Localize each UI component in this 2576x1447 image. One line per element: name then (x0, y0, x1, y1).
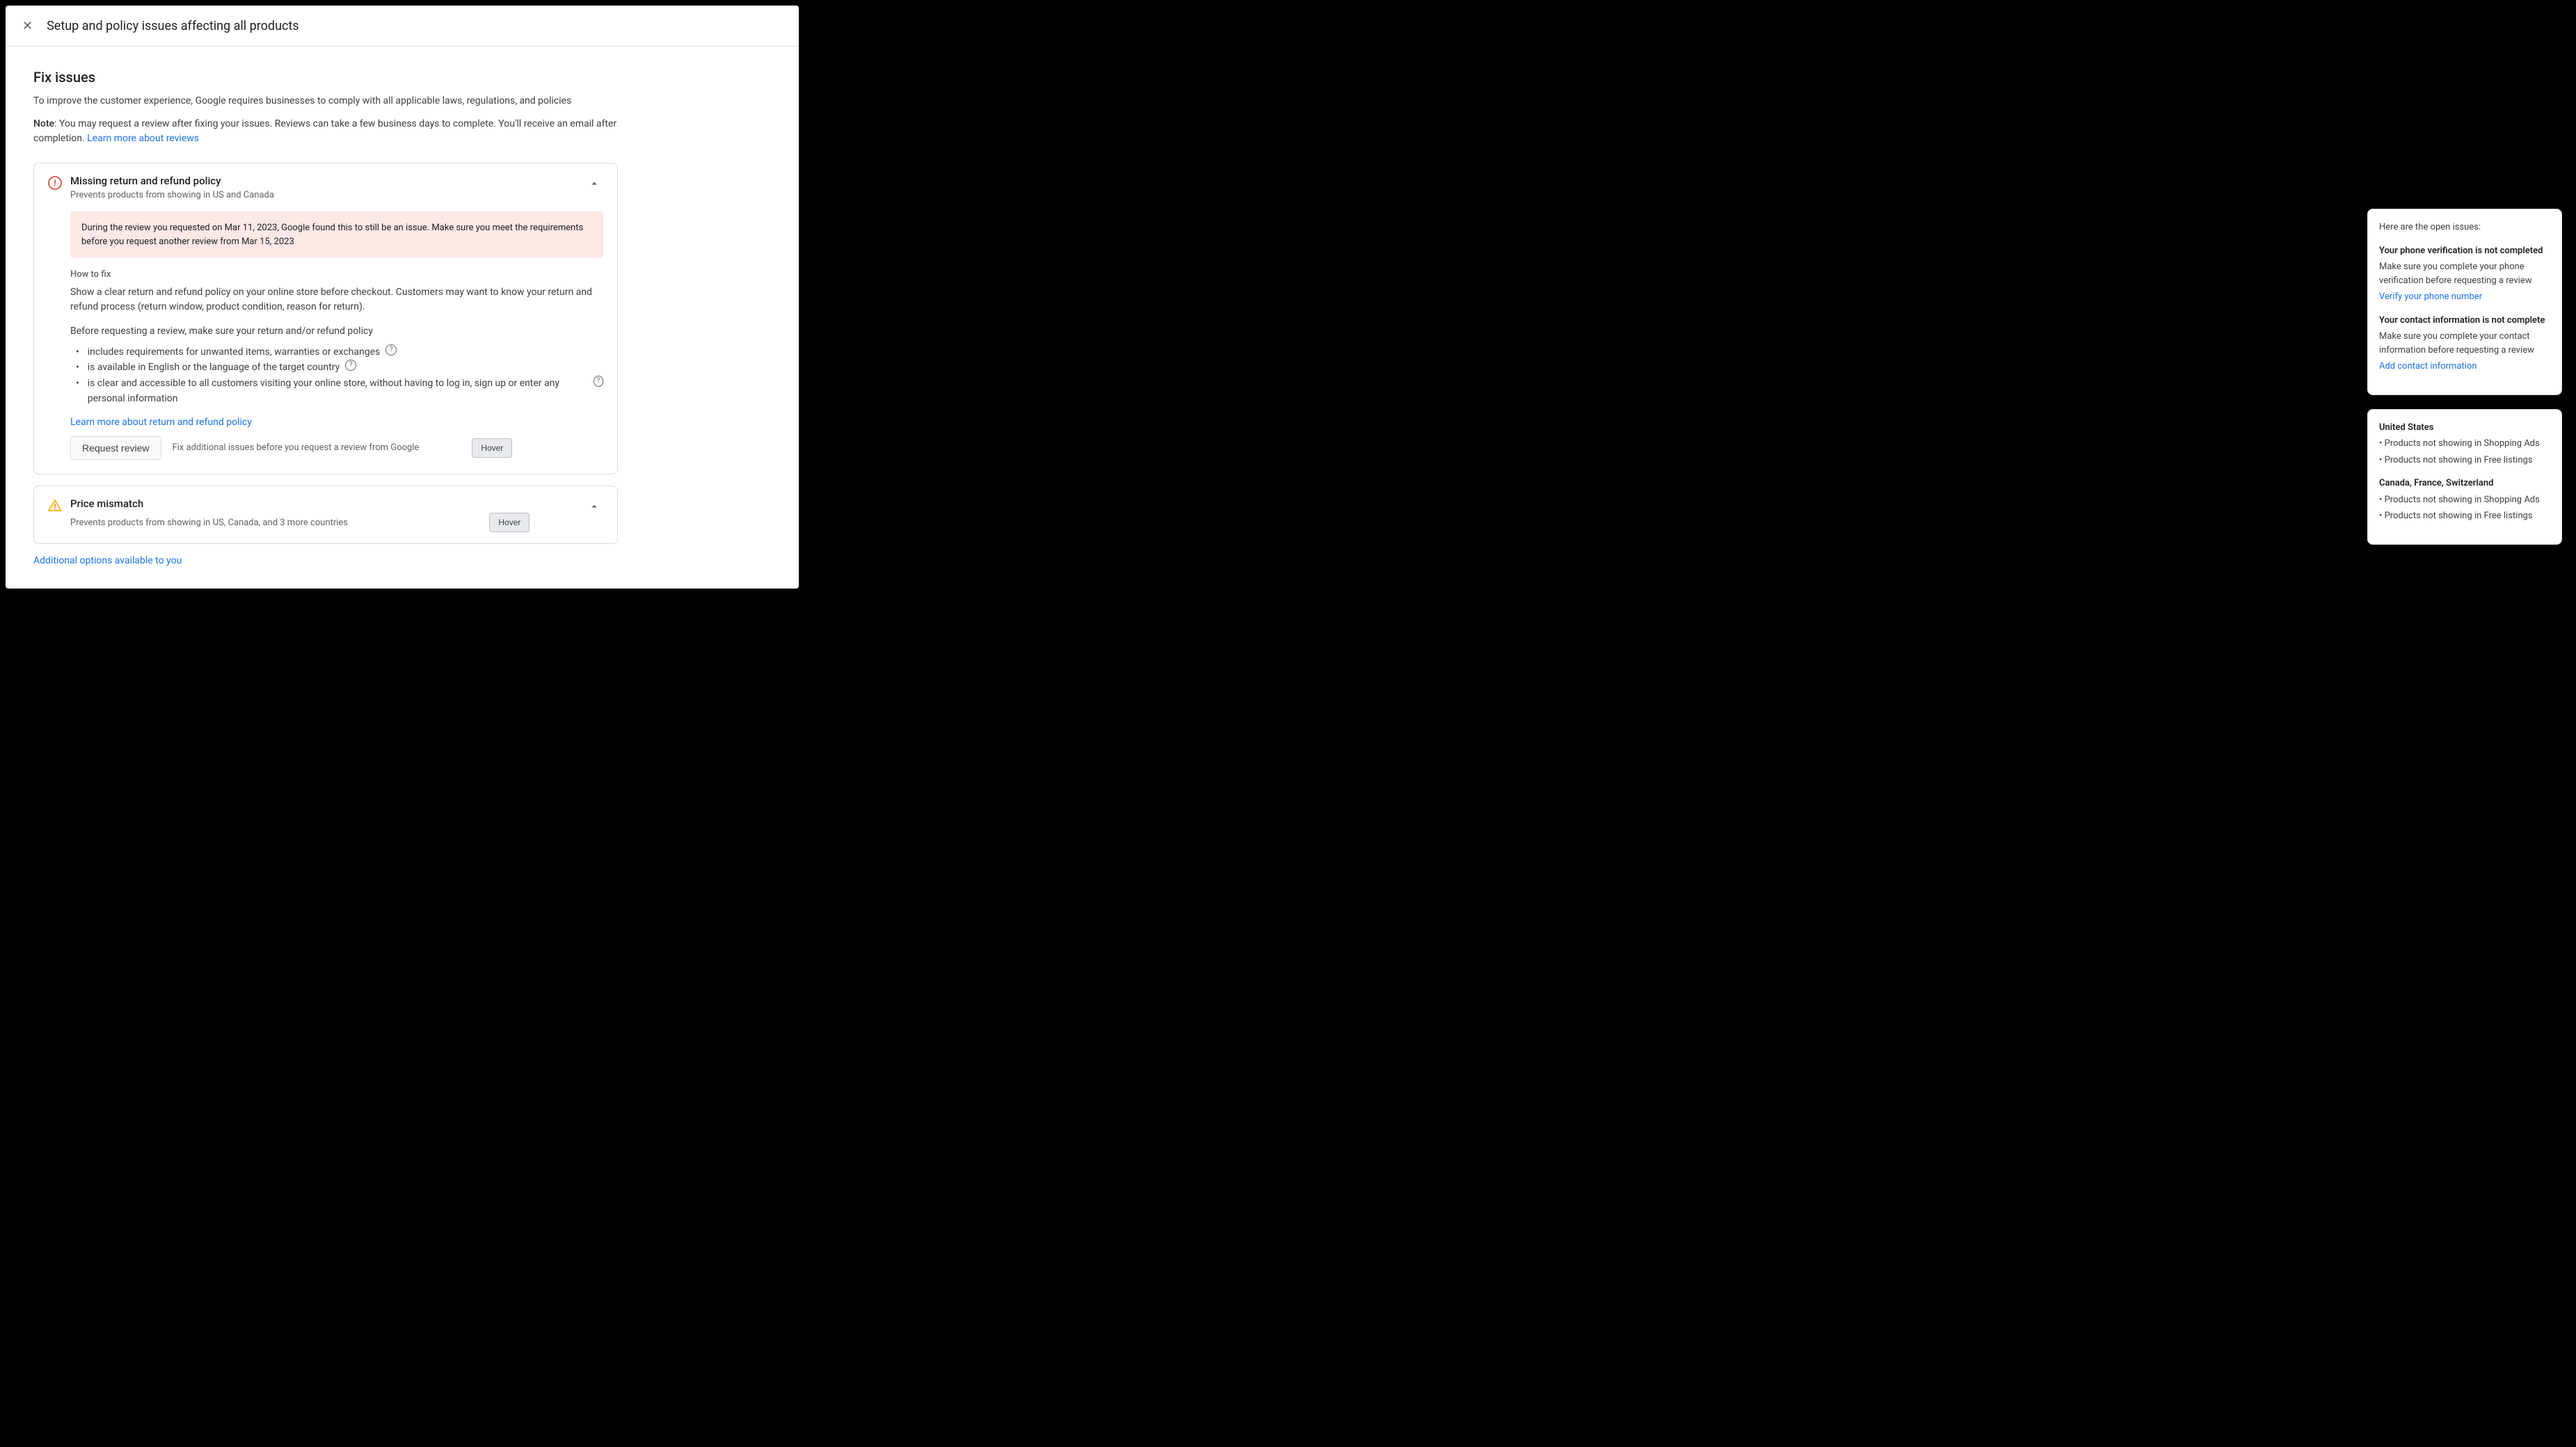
chevron-up-button-return-refund[interactable] (585, 175, 603, 196)
verify-phone-link[interactable]: Verify your phone number (2379, 291, 2482, 302)
learn-more-return-refund-link[interactable]: Learn more about return and refund polic… (70, 417, 252, 428)
learn-more-reviews-link[interactable]: Learn more about reviews (87, 133, 199, 144)
tooltip-section-phone: Your phone verification is not completed… (2379, 244, 2550, 304)
bullet-text-3: is clear and accessible to all customers… (88, 376, 588, 407)
add-contact-link[interactable]: Add contact information (2379, 361, 2477, 371)
tooltip-canada-title: Canada, France, Switzerland (2379, 477, 2550, 490)
error-icon: ! (48, 176, 62, 190)
tooltip-canada-section: Canada, France, Switzerland • Products n… (2379, 477, 2550, 523)
main-panel: ✕ Setup and policy issues affecting all … (6, 6, 799, 589)
tooltip-title: Here are the open issues: (2379, 221, 2550, 234)
description-text: To improve the customer experience, Goog… (33, 94, 618, 109)
content-area: Fix issues To improve the customer exper… (6, 47, 646, 589)
canada-bullet-1-text: Products not showing in Shopping Ads (2385, 495, 2540, 505)
issue-header-price-mismatch: ! Price mismatch Prevents products from … (34, 486, 617, 543)
bullet-text-1: includes requirements for unwanted items… (88, 344, 381, 360)
chevron-up-icon (588, 177, 601, 190)
additional-options: Additional options available to you (33, 555, 618, 566)
tooltip-phone-title: Your phone verification is not completed (2379, 244, 2550, 258)
issue-title-price-mismatch: Price mismatch (70, 497, 530, 510)
issue-header-left: ! Missing return and refund policy Preve… (48, 175, 274, 200)
tooltip-open-issues: Here are the open issues: Your phone ver… (2367, 209, 2562, 395)
bullet-item-2: is available in English or the language … (76, 360, 603, 375)
subtitle-text-price: Prevents products from showing in US, Ca… (70, 518, 348, 528)
note-text: Note: You may request a review after fix… (33, 117, 618, 146)
warning-icon: ! (48, 499, 62, 513)
tooltip-us-bullet-2: • Products not showing in Free listings (2379, 454, 2550, 467)
tooltip-canada-bullet-2: • Products not showing in Free listings (2379, 509, 2550, 523)
fix-issues-title: Fix issues (33, 69, 618, 86)
chevron-up-button-price-mismatch[interactable] (585, 497, 603, 519)
tooltip-contact-title: Your contact information is not complete (2379, 314, 2550, 328)
issue-subtitle-price-mismatch: Prevents products from showing in US, Ca… (70, 513, 530, 532)
tooltip-us-bullet-1: • Products not showing in Shopping Ads (2379, 437, 2550, 451)
additional-options-link[interactable]: Additional options available to you (33, 555, 182, 566)
us-bullet-2-text: Products not showing in Free listings (2385, 455, 2533, 465)
bullet-item-1: includes requirements for unwanted items… (76, 344, 603, 360)
us-bullet-1-text: Products not showing in Shopping Ads (2385, 438, 2540, 449)
issue-title-return-refund: Missing return and refund policy (70, 175, 274, 187)
svg-text:!: ! (54, 504, 56, 511)
bullet-item-3: is clear and accessible to all customers… (76, 376, 603, 407)
bullet-text-2: is available in English or the language … (88, 360, 340, 375)
hover-button-2[interactable]: Hover (489, 513, 530, 532)
issue-header-return-refund: ! Missing return and refund policy Preve… (34, 163, 617, 211)
canada-bullet-2-text: Products not showing in Free listings (2385, 511, 2533, 521)
fix-message: Fix additional issues before you request… (173, 442, 420, 453)
issue-card-price-mismatch: ! Price mismatch Prevents products from … (33, 486, 618, 544)
tooltip-section-contact: Your contact information is not complete… (2379, 314, 2550, 374)
issue-subtitle-return-refund: Prevents products from showing in US and… (70, 190, 274, 200)
help-icon-3[interactable]: ? (594, 376, 603, 387)
before-review-text: Before requesting a review, make sure yo… (70, 324, 603, 339)
issue-card-return-refund: ! Missing return and refund policy Preve… (33, 163, 618, 474)
fix-description: Show a clear return and refund policy on… (70, 285, 603, 314)
bullet-list: includes requirements for unwanted items… (76, 344, 603, 407)
header: ✕ Setup and policy issues affecting all … (6, 6, 799, 47)
hover-button-1[interactable]: Hover (472, 438, 512, 458)
tooltips-container: Here are the open issues: Your phone ver… (2367, 209, 2562, 545)
request-review-button[interactable]: Request review (70, 436, 161, 460)
issue-title-group-2: Price mismatch Prevents products from sh… (70, 497, 530, 532)
help-icon-2[interactable]: ? (345, 360, 356, 371)
chevron-up-icon-2 (588, 500, 601, 513)
window-title: Setup and policy issues affecting all pr… (47, 19, 299, 33)
issue-header-left-2: ! Price mismatch Prevents products from … (48, 497, 530, 532)
issue-title-group: Missing return and refund policy Prevent… (70, 175, 274, 200)
tooltip-canada-bullet-1: • Products not showing in Shopping Ads (2379, 493, 2550, 507)
issue-body-return-refund: During the review you requested on Mar 1… (34, 211, 617, 474)
action-row: Request review Fix additional issues bef… (70, 436, 603, 460)
tooltip-us-section: United States • Products not showing in … (2379, 421, 2550, 467)
close-button[interactable]: ✕ (19, 17, 35, 35)
tooltip-contact-text: Make sure you complete your contact info… (2379, 330, 2550, 357)
tooltip-us-title: United States (2379, 421, 2550, 435)
tooltip-countries: United States • Products not showing in … (2367, 409, 2562, 545)
help-icon-1[interactable]: ? (385, 344, 397, 355)
svg-text:!: ! (54, 178, 56, 188)
tooltip-phone-text: Make sure you complete your phone verifi… (2379, 260, 2550, 287)
alert-box: During the review you requested on Mar 1… (70, 211, 603, 258)
note-prefix: Note (33, 118, 54, 129)
how-to-fix-label: How to fix (70, 269, 603, 280)
